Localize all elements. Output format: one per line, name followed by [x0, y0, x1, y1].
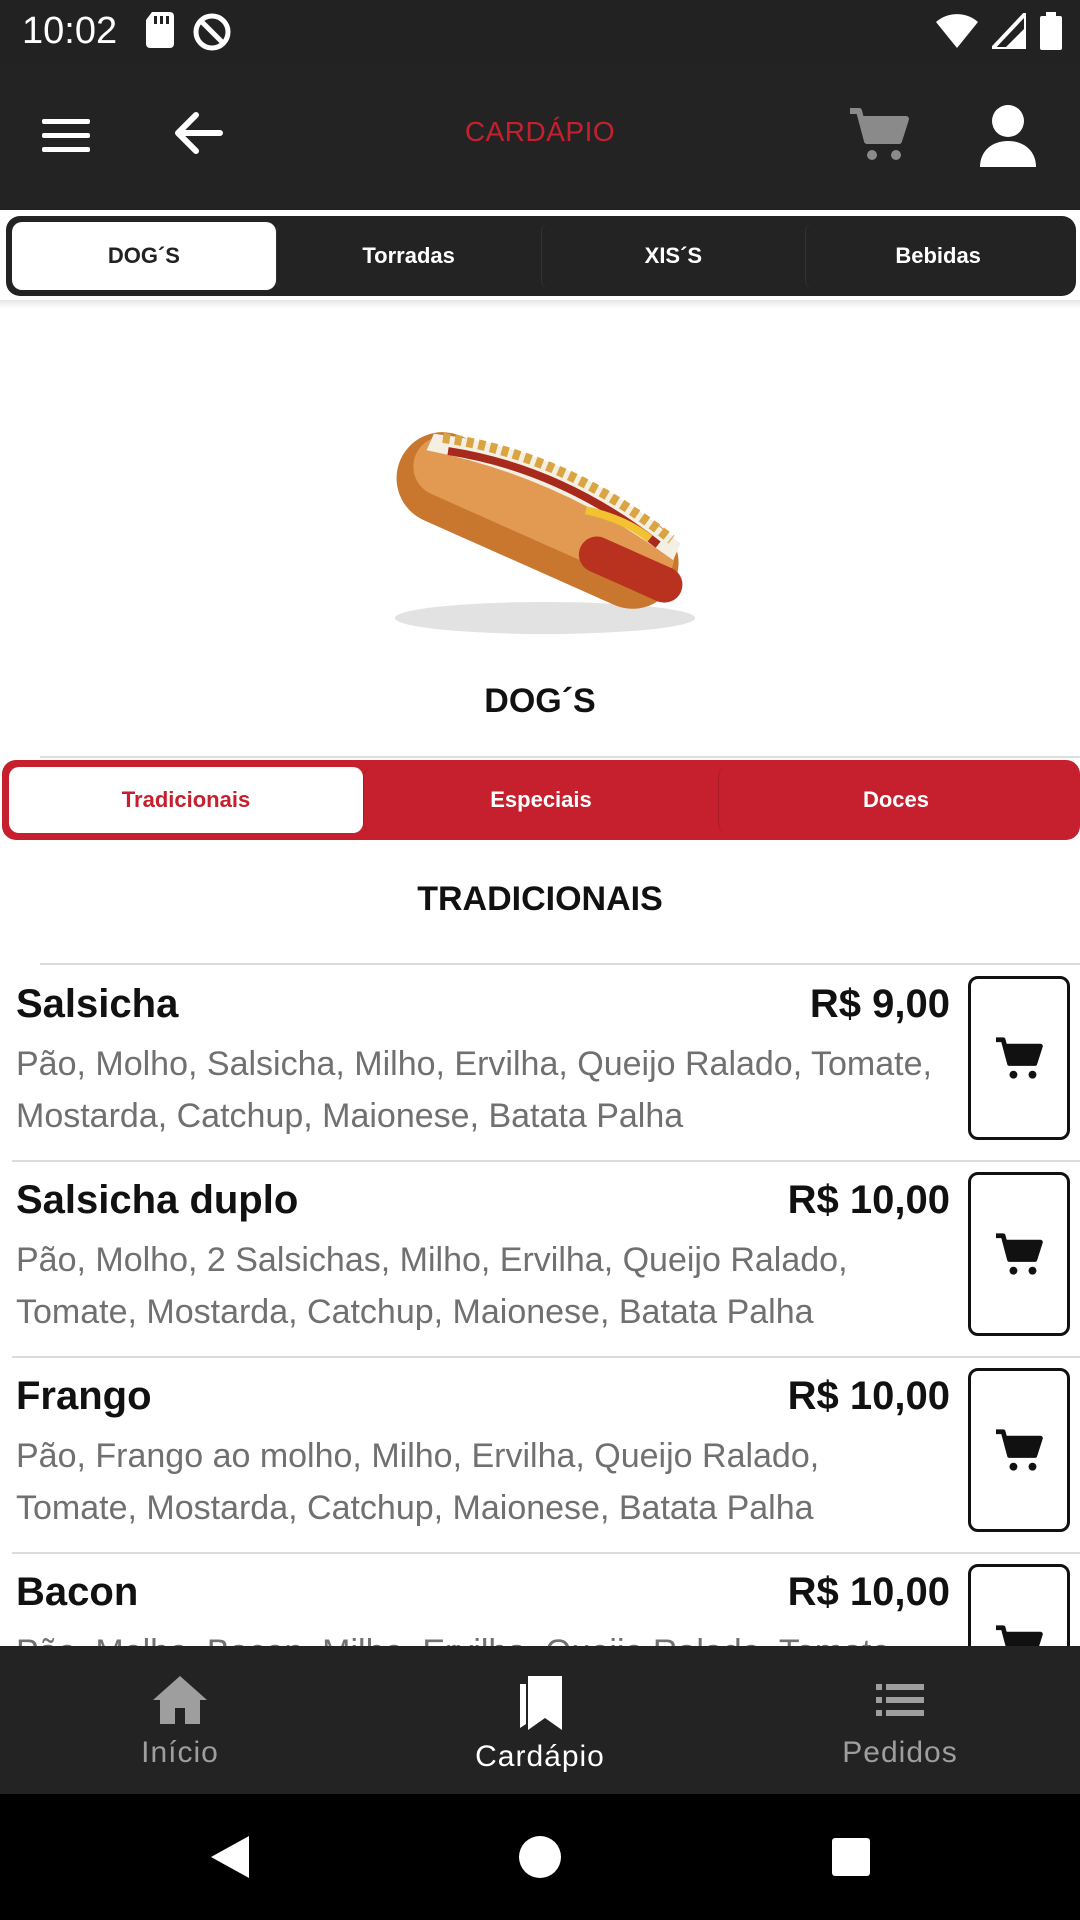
tab-dogs[interactable]: DOG´S: [12, 222, 276, 290]
divider: [40, 756, 1080, 758]
menu-item: Salsicha R$ 9,00 Pão, Molho, Salsicha, M…: [0, 966, 1080, 1162]
add-to-cart-button[interactable]: [968, 976, 1070, 1140]
profile-button[interactable]: [978, 103, 1038, 169]
subcategory-tabs: Tradicionais Especiais Doces: [2, 760, 1080, 840]
page-title: CARDÁPIO: [464, 116, 616, 147]
app-bar: CARDÁPIO: [0, 63, 1080, 210]
item-price: R$ 10,00: [787, 1570, 950, 1614]
bookmarks-icon: [520, 1676, 562, 1730]
item-name: Frango: [16, 1374, 152, 1418]
nav-inicio[interactable]: Início: [0, 1646, 360, 1794]
cart-icon: [996, 1037, 1043, 1079]
category-tabs-shadow: [0, 300, 1080, 308]
status-time: 10:02: [22, 10, 118, 52]
category-title: DOG´S: [484, 682, 596, 720]
nav-pedidos[interactable]: Pedidos: [720, 1646, 1080, 1794]
system-navigation-bar: [0, 1794, 1080, 1920]
nav-cardapio[interactable]: Cardápio: [360, 1646, 720, 1794]
user-icon: [980, 105, 1036, 167]
item-description: Pão, Frango ao molho, Milho, Ervilha, Qu…: [16, 1437, 820, 1527]
nav-label: Cardápio: [475, 1740, 605, 1773]
item-price: R$ 9,00: [809, 982, 950, 1026]
status-bar: 10:02: [0, 0, 1080, 63]
system-recents-icon[interactable]: [828, 1832, 874, 1882]
item-description: Pão, Molho, 2 Salsichas, Milho, Ervilha,…: [16, 1241, 848, 1331]
add-to-cart-button[interactable]: [968, 1564, 1070, 1646]
system-home-icon[interactable]: [516, 1832, 564, 1882]
item-name: Bacon: [16, 1570, 139, 1614]
hotdog-image: [395, 432, 695, 634]
item-name: Salsicha duplo: [16, 1178, 299, 1222]
sd-card-icon: [146, 12, 174, 48]
add-to-cart-button[interactable]: [968, 1172, 1070, 1336]
section-title: TRADICIONAIS: [417, 880, 663, 918]
cart-button[interactable]: [848, 105, 910, 167]
menu-list: Salsicha R$ 9,00 Pão, Molho, Salsicha, M…: [0, 966, 1080, 1646]
add-to-cart-button[interactable]: [968, 1368, 1070, 1532]
item-description: Pão, Molho, Bacon, Milho, Ervilha, Queij…: [16, 1626, 936, 1646]
cart-icon: [996, 1429, 1043, 1471]
tab-tradicionais[interactable]: Tradicionais: [9, 767, 363, 833]
category-tabs: DOG´S Torradas XIS´S Bebidas: [6, 216, 1076, 296]
tab-especiais[interactable]: Especiais: [363, 767, 718, 833]
nav-label: Início: [141, 1736, 219, 1769]
item-price: R$ 10,00: [787, 1374, 950, 1418]
divider: [40, 963, 1080, 965]
system-back-icon[interactable]: [205, 1832, 255, 1882]
menu-item: Bacon R$ 10,00 Pão, Molho, Bacon, Milho,…: [0, 1554, 1080, 1646]
cart-icon: [850, 108, 909, 160]
bottom-navigation: Início Cardápio Pedidos: [0, 1646, 1080, 1794]
item-price: R$ 10,00: [787, 1178, 950, 1222]
menu-item: Salsicha duplo R$ 10,00 Pão, Molho, 2 Sa…: [0, 1162, 1080, 1358]
menu-item: Frango R$ 10,00 Pão, Frango ao molho, Mi…: [0, 1358, 1080, 1554]
tab-xis[interactable]: XIS´S: [540, 222, 806, 290]
tab-doces[interactable]: Doces: [718, 767, 1073, 833]
item-description: Pão, Molho, Salsicha, Milho, Ervilha, Qu…: [16, 1045, 932, 1135]
cart-icon: [996, 1233, 1043, 1275]
battery-icon: [1040, 12, 1062, 50]
item-name: Salsicha: [16, 982, 179, 1026]
list-icon: [876, 1684, 924, 1716]
nav-label: Pedidos: [842, 1736, 958, 1769]
home-icon: [153, 1676, 207, 1724]
tab-torradas[interactable]: Torradas: [275, 222, 541, 290]
data-saver-icon: [193, 13, 231, 51]
cart-icon: [996, 1625, 1043, 1646]
tab-bebidas[interactable]: Bebidas: [805, 222, 1070, 290]
signal-icon: [992, 13, 1026, 49]
wifi-icon: [936, 14, 978, 48]
